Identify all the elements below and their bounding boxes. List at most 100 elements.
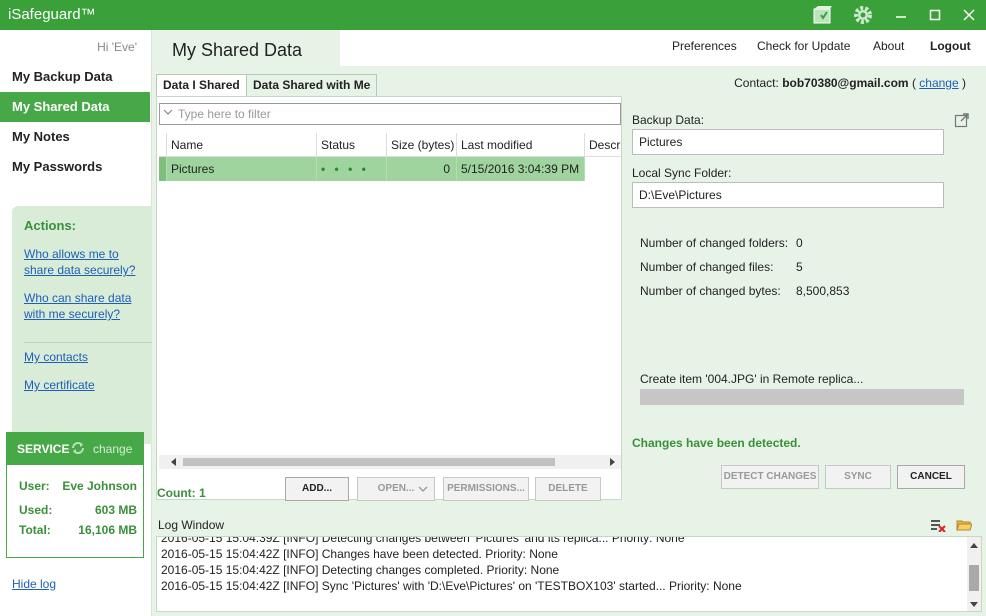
shared-data-table: Name Status Size (bytes) Last modified D…: [159, 133, 621, 463]
local-sync-folder-label: Local Sync Folder:: [632, 166, 732, 180]
shared-data-list-pane: Name Status Size (bytes) Last modified D…: [156, 96, 622, 500]
log-vertical-scrollbar[interactable]: [967, 537, 981, 611]
service-panel: SERVICE change User: Eve Johnson Used: 6…: [6, 432, 144, 558]
log-line: 2016-05-15 15:04:39Z [INFO] Detecting ch…: [161, 536, 685, 545]
progress-label: Create item '004.JPG' in Remote replica.…: [640, 372, 864, 386]
minimize-button[interactable]: [884, 0, 918, 30]
actions-panel: Actions: Who allows me to share data sec…: [12, 206, 152, 444]
page-title: My Shared Data: [172, 40, 303, 60]
chevron-down-icon: [418, 478, 428, 509]
filter-input[interactable]: [159, 103, 621, 125]
log-scroll-thumb[interactable]: [969, 565, 979, 591]
my-contacts-link[interactable]: My contacts: [24, 349, 142, 365]
hide-log-link[interactable]: Hide log: [12, 577, 56, 591]
local-sync-folder-field[interactable]: D:\Eve\Pictures: [632, 182, 944, 208]
service-user-row: User: Eve Johnson: [19, 479, 137, 493]
filter-icon: [163, 108, 173, 122]
service-used-value: 603 MB: [94, 503, 137, 517]
permissions-button[interactable]: PERMISSIONS...: [443, 477, 529, 501]
page-title-tab: My Shared Data: [152, 30, 340, 66]
changed-folders-value: 0: [796, 236, 803, 250]
backup-data-field[interactable]: Pictures: [632, 129, 944, 155]
close-button[interactable]: [952, 0, 986, 30]
package-icon[interactable]: [806, 0, 840, 30]
log-window[interactable]: 2016-05-15 15:04:39Z [INFO] Detecting ch…: [156, 536, 982, 612]
delete-button[interactable]: DELETE: [535, 477, 601, 501]
service-change-link[interactable]: change: [93, 442, 132, 456]
settings-gear-icon[interactable]: [846, 0, 880, 30]
changed-bytes-value: 8,500,853: [796, 284, 850, 298]
detect-changes-button[interactable]: DETECT CHANGES: [721, 465, 819, 489]
scroll-up-icon[interactable]: [969, 541, 979, 551]
details-pane: Backup Data: Pictures Local Sync Folder:…: [622, 96, 986, 500]
contact-label: Contact:: [734, 76, 779, 90]
open-button[interactable]: OPEN...: [357, 477, 435, 501]
who-can-share-link[interactable]: Who can share data with me securely?: [24, 290, 142, 322]
item-count: Count: 1: [157, 486, 206, 500]
app-title: iSafeguard™: [8, 6, 96, 23]
maximize-button[interactable]: [918, 0, 952, 30]
table-header: Name Status Size (bytes) Last modified D…: [159, 133, 621, 157]
service-total-label: Total:: [19, 523, 51, 537]
col-name[interactable]: Name: [167, 133, 317, 157]
service-user-label: User:: [19, 479, 50, 493]
clear-log-icon[interactable]: [930, 518, 946, 535]
check-for-update-link[interactable]: Check for Update: [757, 39, 850, 53]
greeting: Hi 'Eve': [97, 40, 137, 54]
actions-title: Actions:: [24, 218, 76, 233]
service-total-value: 16,106 MB: [78, 523, 137, 537]
nav-my-shared-data[interactable]: My Shared Data: [0, 92, 150, 122]
tab-data-i-shared[interactable]: Data I Shared: [156, 74, 247, 97]
sidebar: Hi 'Eve' My Backup Data My Shared Data M…: [0, 30, 152, 616]
cell-last-modified: 5/15/2016 3:04:39 PM: [457, 157, 585, 181]
service-used-row: Used: 603 MB: [19, 503, 137, 517]
scroll-down-icon[interactable]: [969, 599, 979, 609]
nav-my-notes[interactable]: My Notes: [0, 122, 150, 152]
col-size[interactable]: Size (bytes): [387, 133, 457, 157]
sync-progress-bar: [640, 389, 964, 405]
horizontal-scroll-thumb[interactable]: [183, 458, 555, 466]
cell-status: • • • •: [317, 157, 387, 181]
my-certificate-link[interactable]: My certificate: [24, 377, 142, 393]
contact-info: Contact: bob70380@gmail.com ( change ): [734, 76, 966, 90]
col-last-modified[interactable]: Last modified: [457, 133, 585, 157]
changed-files-label: Number of changed files:: [640, 260, 774, 274]
tab-data-shared-with-me[interactable]: Data Shared with Me: [246, 74, 378, 96]
changed-bytes-label: Number of changed bytes:: [640, 284, 781, 298]
service-total-row: Total: 16,106 MB: [19, 523, 137, 537]
who-allows-me-link[interactable]: Who allows me to share data securely?: [24, 246, 142, 278]
cell-name: Pictures: [167, 157, 317, 181]
about-link[interactable]: About: [873, 39, 904, 53]
log-line: 2016-05-15 15:04:42Z [INFO] Detecting ch…: [161, 563, 560, 577]
refresh-icon: [71, 441, 85, 458]
horizontal-scrollbar[interactable]: [159, 455, 621, 469]
service-header: SERVICE change: [7, 433, 143, 465]
main-content: My Shared Data Preferences Check for Upd…: [152, 30, 986, 616]
open-folder-icon[interactable]: [956, 518, 973, 535]
cancel-button[interactable]: CANCEL: [897, 465, 965, 489]
scroll-right-icon[interactable]: [607, 457, 617, 467]
col-description[interactable]: Descri: [585, 133, 621, 157]
table-row[interactable]: Pictures • • • • 0 5/15/2016 3:04:39 PM: [159, 157, 585, 181]
add-button[interactable]: ADD...: [285, 477, 349, 501]
nav-my-backup-data[interactable]: My Backup Data: [0, 62, 150, 92]
open-external-icon[interactable]: [954, 112, 970, 131]
col-status[interactable]: Status: [317, 133, 387, 157]
preferences-link[interactable]: Preferences: [672, 39, 737, 53]
row-selector[interactable]: [159, 157, 167, 181]
actions-divider: [24, 342, 152, 343]
service-user-value: Eve Johnson: [62, 479, 137, 493]
sync-button[interactable]: SYNC: [825, 465, 891, 489]
log-window-title: Log Window: [158, 518, 225, 532]
logout-link[interactable]: Logout: [930, 39, 971, 53]
cell-size: 0: [387, 157, 457, 181]
log-line: 2016-05-15 15:04:42Z [INFO] Changes have…: [161, 547, 558, 561]
changes-detected-message: Changes have been detected.: [632, 436, 801, 450]
open-button-label: OPEN...: [377, 483, 415, 494]
scroll-left-icon[interactable]: [169, 457, 179, 467]
service-label: SERVICE: [17, 442, 70, 456]
changed-folders-label: Number of changed folders:: [640, 236, 789, 250]
nav-my-passwords[interactable]: My Passwords: [0, 152, 150, 182]
title-bar: iSafeguard™: [0, 0, 986, 30]
contact-change-link[interactable]: change: [919, 76, 958, 90]
